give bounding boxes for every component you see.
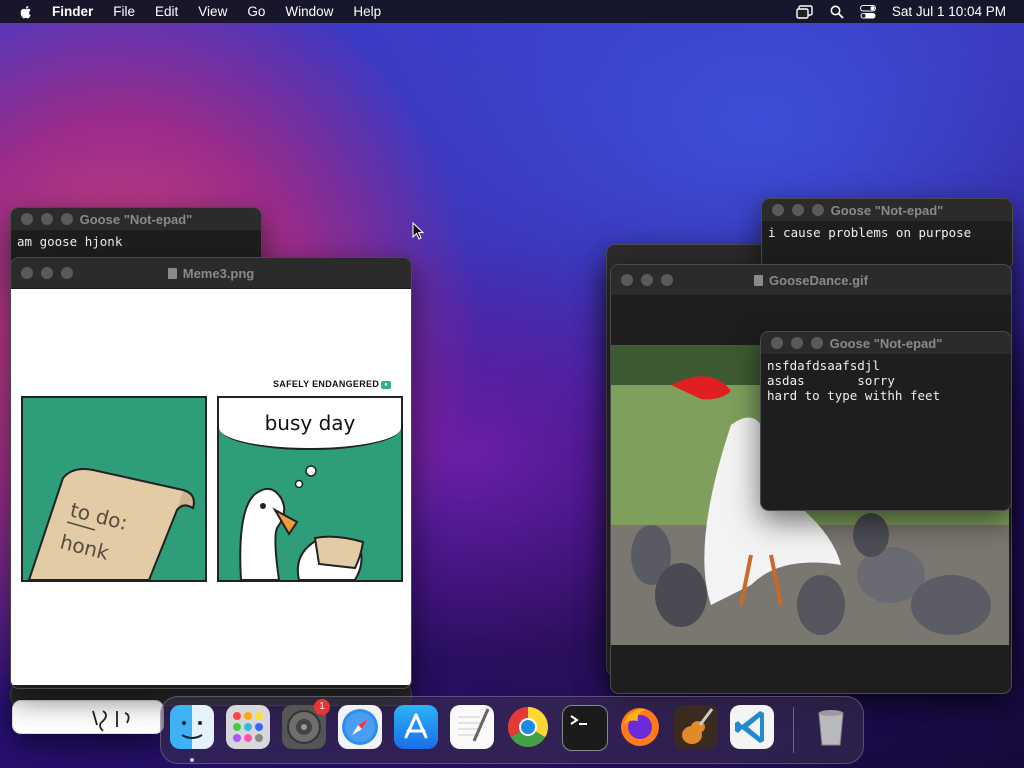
finder-icon[interactable]: [170, 705, 214, 749]
close-button[interactable]: [771, 337, 783, 349]
textedit-icon[interactable]: [450, 705, 494, 749]
minimize-button[interactable]: [41, 267, 53, 279]
meme-image: SAFELY ENDANGERED ● to do: honk busy day: [11, 289, 411, 685]
window-controls: [772, 204, 824, 216]
safari-icon[interactable]: [338, 705, 382, 749]
notepad-text[interactable]: i cause problems on purpose: [762, 221, 1012, 244]
launchpad-icon[interactable]: [226, 705, 270, 749]
meme-panel-left: to do: honk: [21, 396, 207, 582]
running-indicator: [190, 758, 194, 762]
brand-tag: ●: [381, 381, 392, 389]
notepad-window-1-titlebar[interactable]: Goose "Not-epad": [11, 208, 261, 230]
dock: 1: [160, 696, 864, 764]
window-controls: [771, 337, 823, 349]
minimize-button[interactable]: [792, 204, 804, 216]
menu-finder[interactable]: Finder: [42, 0, 103, 23]
menu-window[interactable]: Window: [275, 0, 343, 23]
notepad-window-3-titlebar[interactable]: Goose "Not-epad": [761, 332, 1011, 354]
window-controls: [21, 213, 73, 225]
menu-view[interactable]: View: [188, 0, 237, 23]
menu-bar: Finder File Edit View Go Window Help Sat…: [0, 0, 1024, 23]
menu-help[interactable]: Help: [343, 0, 391, 23]
notepad-window-3[interactable]: Goose "Not-epad" nsfdafdsaafsdjl asdas s…: [760, 331, 1012, 511]
mouse-cursor: [412, 222, 425, 240]
minimize-button[interactable]: [41, 213, 53, 225]
terminal-icon[interactable]: [562, 705, 608, 751]
meme-brand: SAFELY ENDANGERED ●: [273, 379, 392, 389]
garageband-icon[interactable]: [674, 705, 718, 749]
menu-file[interactable]: File: [103, 0, 145, 23]
notepad-window-2-titlebar[interactable]: Goose "Not-epad": [762, 199, 1012, 221]
apple-icon[interactable]: [18, 4, 34, 20]
document-icon: [167, 267, 177, 279]
todo-scroll: to do: honk: [27, 468, 195, 580]
zoom-button[interactable]: [61, 267, 73, 279]
screen-mirroring-icon[interactable]: [796, 4, 814, 19]
handwriting-scribble: [92, 710, 130, 732]
close-button[interactable]: [21, 213, 33, 225]
app-store-icon[interactable]: [394, 705, 438, 749]
trash-icon[interactable]: [809, 705, 853, 749]
close-button[interactable]: [21, 267, 33, 279]
system-preferences-icon[interactable]: 1: [282, 699, 330, 749]
zoom-button[interactable]: [812, 204, 824, 216]
minimize-button[interactable]: [641, 274, 653, 286]
meme-preview-window[interactable]: Meme3.png SAFELY ENDANGERED ● to do: honk…: [10, 257, 412, 689]
zoom-button[interactable]: [661, 274, 673, 286]
dock-separator: [793, 707, 794, 753]
close-button[interactable]: [772, 204, 784, 216]
notification-badge: 1: [314, 699, 330, 715]
notepad-text[interactable]: nsfdafdsaafsdjl asdas sorry hard to type…: [761, 354, 1011, 407]
vscode-icon[interactable]: [730, 705, 774, 749]
menu-go[interactable]: Go: [237, 0, 275, 23]
gif-window-titlebar[interactable]: GooseDance.gif: [611, 265, 1011, 295]
document-icon: [754, 274, 764, 286]
window-controls: [21, 267, 73, 279]
menu-clock[interactable]: Sat Jul 1 10:04 PM: [892, 4, 1006, 19]
meme-panel-right: busy day: [217, 396, 403, 582]
minimize-button[interactable]: [791, 337, 803, 349]
zoom-button[interactable]: [811, 337, 823, 349]
notepad-text[interactable]: am goose hjonk: [11, 230, 261, 253]
control-center-icon[interactable]: [859, 4, 876, 19]
chrome-icon[interactable]: [506, 705, 550, 749]
zoom-button[interactable]: [61, 213, 73, 225]
window-controls: [621, 274, 673, 286]
background-window-page: [12, 700, 164, 734]
firefox-icon[interactable]: [618, 705, 662, 749]
search-icon[interactable]: [830, 5, 844, 19]
close-button[interactable]: [621, 274, 633, 286]
meme-window-titlebar[interactable]: Meme3.png: [11, 258, 411, 288]
menu-edit[interactable]: Edit: [145, 0, 188, 23]
notepad-window-2[interactable]: Goose "Not-epad" i cause problems on pur…: [761, 198, 1013, 270]
goose-reading: [239, 465, 365, 580]
